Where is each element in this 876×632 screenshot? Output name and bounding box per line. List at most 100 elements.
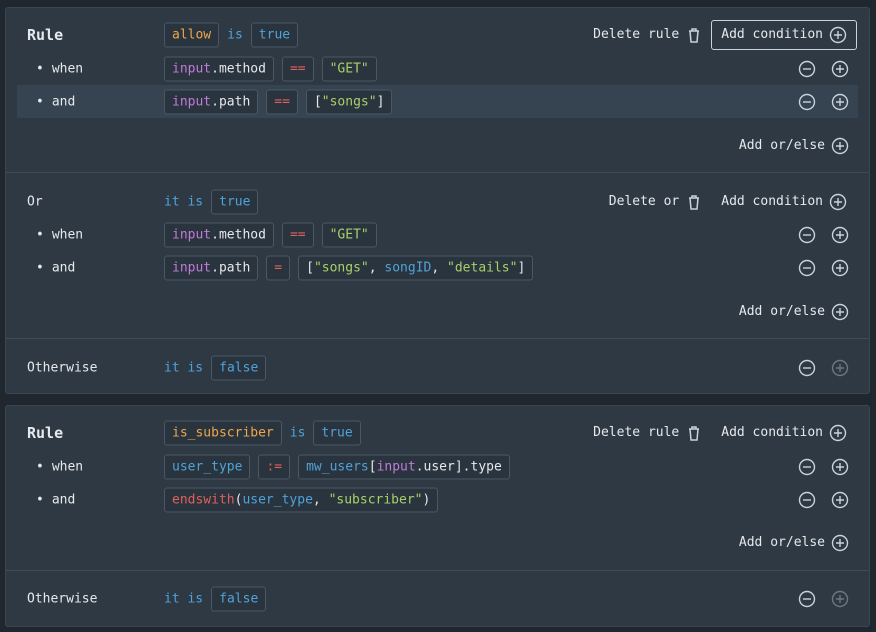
- add-sub-condition-button[interactable]: [831, 93, 849, 111]
- plus-circle-icon: [831, 458, 849, 476]
- condition-expression: input.path == ["songs"]: [164, 89, 393, 114]
- it-is-keyword: it is: [164, 360, 204, 375]
- add-condition-button[interactable]: Add condition: [721, 424, 847, 442]
- left-operand-chip[interactable]: input.path: [164, 255, 259, 280]
- remove-condition-button[interactable]: [798, 458, 816, 476]
- add-condition-label: Add condition: [721, 194, 823, 209]
- rule-head: is_subscriber is true: [164, 420, 361, 445]
- add-or-else-row: Add or/else: [6, 526, 869, 559]
- plus-circle-icon: [831, 534, 849, 552]
- rule-value-chip[interactable]: true: [250, 22, 299, 47]
- add-sub-condition-button[interactable]: [831, 60, 849, 78]
- when-label: • when: [36, 459, 84, 474]
- minus-circle-icon: [798, 458, 816, 476]
- right-operand-chip[interactable]: "GET": [321, 222, 377, 247]
- function-call-chip[interactable]: endswith(user_type, "subscriber"): [164, 487, 439, 512]
- add-condition-button[interactable]: Add condition: [721, 193, 847, 211]
- add-sub-condition-button[interactable]: [831, 226, 849, 244]
- and-label: • and: [36, 260, 76, 275]
- remove-condition-button[interactable]: [798, 226, 816, 244]
- delete-or-button[interactable]: Delete or: [609, 193, 703, 211]
- operator-chip[interactable]: =: [266, 255, 291, 280]
- plus-circle-icon: [829, 193, 847, 211]
- otherwise-row: Otherwise it is false: [6, 582, 869, 615]
- otherwise-row: Otherwise it is false: [6, 351, 869, 384]
- condition-expression: input.method == "GET": [164, 56, 377, 81]
- minus-circle-icon: [798, 590, 816, 608]
- or-actions: Delete or Add condition: [609, 193, 847, 211]
- when-label: • when: [36, 61, 84, 76]
- add-or-else-button[interactable]: Add or/else: [739, 534, 849, 552]
- add-sub-condition-button[interactable]: [831, 458, 849, 476]
- add-or-else-label: Add or/else: [738, 304, 825, 319]
- delete-rule-button[interactable]: Delete rule: [593, 424, 703, 442]
- condition-expression: endswith(user_type, "subscriber"): [164, 487, 439, 512]
- delete-rule-button[interactable]: Delete rule: [593, 26, 703, 44]
- right-operand-chip[interactable]: "GET": [321, 56, 377, 81]
- right-operand-chip[interactable]: mw_users[input.user].type: [298, 454, 510, 479]
- add-or-else-button[interactable]: Add or/else: [739, 137, 849, 155]
- or-value-chip[interactable]: true: [211, 189, 259, 214]
- plus-circle-icon: [829, 26, 847, 44]
- otherwise-value-chip[interactable]: false: [211, 586, 267, 611]
- add-or-else-row: Add or/else: [6, 295, 869, 328]
- condition-row-when: • when input.method == "GET": [6, 52, 869, 85]
- rule-actions: Delete rule Add condition: [593, 19, 857, 50]
- or-label: Or: [27, 194, 43, 209]
- left-operand-chip[interactable]: input.method: [164, 222, 274, 247]
- add-sub-condition-button[interactable]: [831, 259, 849, 277]
- left-operand-chip[interactable]: user_type: [164, 454, 251, 479]
- add-condition-button[interactable]: Add condition: [711, 19, 857, 50]
- remove-otherwise-button[interactable]: [798, 590, 816, 608]
- or-head: it is true: [164, 189, 259, 214]
- minus-circle-icon: [798, 259, 816, 277]
- add-or-else-actions: Add or/else: [739, 303, 849, 321]
- condition-row-and: • and endswith(user_type, "subscriber"): [6, 483, 869, 516]
- add-sub-condition-button[interactable]: [831, 491, 849, 509]
- add-or-else-row: Add or/else: [6, 129, 869, 162]
- plus-circle-icon: [831, 359, 849, 377]
- add-or-else-button[interactable]: Add or/else: [739, 303, 849, 321]
- otherwise-value-chip[interactable]: false: [211, 355, 267, 380]
- remove-condition-button[interactable]: [798, 93, 816, 111]
- plus-circle-icon: [831, 137, 849, 155]
- otherwise-head: it is false: [164, 355, 267, 380]
- remove-condition-button[interactable]: [798, 259, 816, 277]
- minus-circle-icon: [798, 93, 816, 111]
- operator-chip[interactable]: ==: [266, 89, 298, 114]
- minus-circle-icon: [798, 226, 816, 244]
- rule-name-chip[interactable]: is_subscriber: [164, 420, 282, 445]
- otherwise-head: it is false: [164, 586, 267, 611]
- it-is-keyword: it is: [164, 591, 204, 606]
- operator-chip[interactable]: :=: [258, 454, 291, 479]
- minus-circle-icon: [798, 60, 816, 78]
- remove-condition-button[interactable]: [798, 491, 816, 509]
- operator-chip[interactable]: ==: [281, 56, 314, 81]
- add-or-else-actions: Add or/else: [739, 137, 849, 155]
- rule-value-chip[interactable]: true: [313, 420, 361, 445]
- rule-card-allow: Rule allow is true Delete rule Add condi…: [5, 7, 870, 394]
- rule-card-is-subscriber: Rule is_subscriber is true Delete rule A…: [5, 405, 870, 627]
- or-header-row: Or it is true Delete or Add condition: [6, 185, 869, 218]
- minus-circle-icon: [798, 359, 816, 377]
- trash-icon: [685, 26, 703, 44]
- operator-chip[interactable]: ==: [281, 222, 314, 247]
- when-label: • when: [36, 227, 84, 242]
- condition-expression: user_type := mw_users[input.user].type: [164, 454, 510, 479]
- plus-circle-icon: [831, 303, 849, 321]
- right-operand-chip[interactable]: ["songs", songID, "details"]: [298, 255, 534, 280]
- is-keyword: is: [289, 425, 306, 440]
- left-operand-chip[interactable]: input.method: [164, 56, 274, 81]
- left-operand-chip[interactable]: input.path: [164, 89, 259, 114]
- remove-condition-button[interactable]: [798, 60, 816, 78]
- delete-rule-label: Delete rule: [593, 27, 680, 42]
- rule-name-chip[interactable]: allow: [164, 22, 220, 47]
- condition-row-and: • and input.path = ["songs", songID, "det…: [6, 251, 869, 284]
- remove-otherwise-button[interactable]: [798, 359, 816, 377]
- rule-actions: Delete rule Add condition: [593, 424, 847, 442]
- rule-label: Rule: [27, 25, 64, 44]
- condition-row-when: • when user_type := mw_users[input.user].…: [6, 450, 869, 483]
- right-operand-chip[interactable]: ["songs"]: [305, 89, 393, 114]
- section-divider: [6, 570, 869, 571]
- add-otherwise-disabled-button: [831, 359, 849, 377]
